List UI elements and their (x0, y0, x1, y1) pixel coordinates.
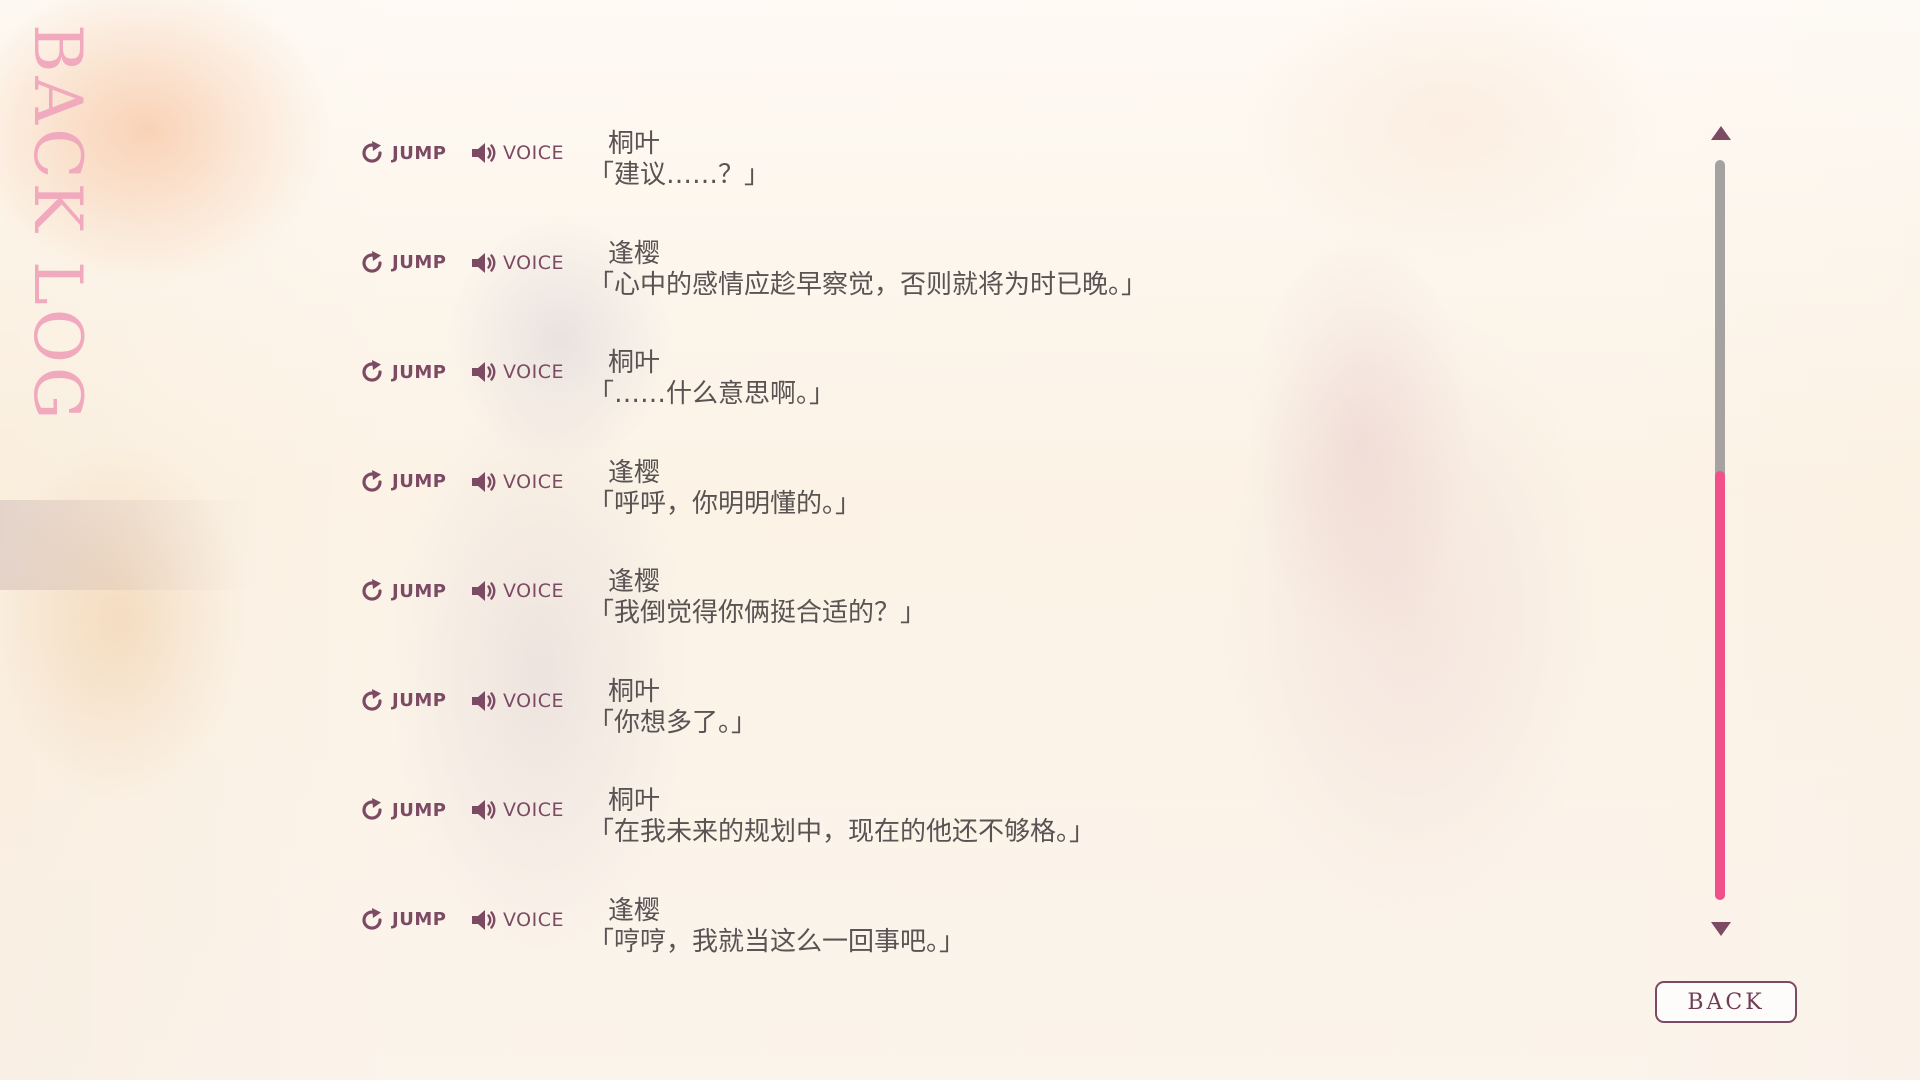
jump-label: JUMP (392, 799, 447, 821)
voice-button[interactable]: VOICE (470, 688, 564, 714)
scrollbar-track[interactable] (1715, 160, 1725, 900)
backlog-list: JUMP VOICE 桐叶 「建议……？」 JUMP VOICE 逢樱 「心中的感情应趁早察觉… (360, 128, 1660, 1004)
jump-label: JUMP (392, 142, 447, 164)
speaker-name: 逢樱 (608, 457, 661, 488)
log-entry: JUMP VOICE 桐叶 「你想多了。」 (360, 676, 1660, 786)
jump-label: JUMP (392, 580, 447, 602)
triangle-up-icon (1711, 126, 1731, 140)
jump-label: JUMP (392, 252, 447, 273)
jump-arrow-icon (362, 469, 382, 492)
dialogue-text: 「在我未来的规划中，现在的他还不够格。」 (588, 817, 1096, 847)
speaker-name: 桐叶 (608, 786, 661, 816)
voice-label: VOICE (503, 470, 564, 493)
speaker-icon (472, 143, 496, 163)
backlog-title: BACK LOG (19, 24, 96, 424)
scroll-down-button[interactable] (1710, 920, 1732, 938)
dialogue-text: 「我倒觉得你俩挺合适的？」 (588, 598, 927, 628)
speaker-name: 逢樱 (608, 238, 661, 269)
speaker-icon (472, 690, 496, 711)
jump-button[interactable]: JUMP (360, 578, 446, 604)
dialogue-text: 「你想多了。」 (588, 707, 758, 738)
dialogue-text: 「建议……？」 (588, 160, 771, 190)
scrollbar-thumb[interactable] (1715, 470, 1725, 900)
speaker-icon (472, 909, 496, 930)
voice-button[interactable]: VOICE (470, 578, 564, 604)
voice-label: VOICE (503, 580, 564, 602)
jump-arrow-icon (362, 688, 382, 711)
voice-button[interactable]: VOICE (470, 359, 564, 385)
jump-arrow-icon (362, 250, 382, 273)
back-button[interactable]: BACK (1655, 981, 1797, 1023)
jump-button[interactable]: JUMP (360, 797, 446, 823)
speaker-icon (472, 581, 496, 601)
log-entry: JUMP VOICE 逢樱 「我倒觉得你俩挺合适的？」 (360, 566, 1660, 676)
speaker-name: 桐叶 (608, 129, 661, 159)
speaker-icon (472, 252, 496, 273)
dialogue-text: 「呼呼，你明明懂的。」 (588, 488, 862, 519)
speaker-name: 桐叶 (608, 348, 661, 378)
speaker-name: 桐叶 (608, 676, 661, 707)
dialogue-text: 「哼哼，我就当这么一回事吧。」 (588, 926, 966, 957)
jump-label: JUMP (392, 690, 447, 711)
log-entry: JUMP VOICE 逢樱 「心中的感情应趁早察觉，否则就将为时已晚。」 (360, 238, 1660, 348)
speaker-icon (472, 471, 496, 492)
jump-button[interactable]: JUMP (360, 359, 446, 385)
voice-button[interactable]: VOICE (470, 250, 564, 276)
jump-button[interactable]: JUMP (360, 688, 446, 714)
jump-button[interactable]: JUMP (360, 907, 446, 933)
dialogue-text: 「……什么意思啊。」 (588, 379, 836, 409)
scroll-up-button[interactable] (1710, 124, 1732, 142)
jump-button[interactable]: JUMP (360, 469, 446, 495)
voice-button[interactable]: VOICE (470, 140, 564, 166)
jump-label: JUMP (392, 361, 447, 383)
voice-label: VOICE (503, 799, 564, 821)
jump-arrow-icon (362, 360, 382, 382)
jump-button[interactable]: JUMP (360, 140, 446, 166)
log-entry: JUMP VOICE 桐叶 「……什么意思啊。」 (360, 347, 1660, 457)
voice-label: VOICE (503, 908, 564, 931)
jump-label: JUMP (392, 909, 447, 930)
backlog-screen: BACK LOG JUMP VOICE 桐叶 「建议……？」 JUMP VOICE 逢樱 「心… (0, 0, 1920, 1080)
log-entry: JUMP VOICE 逢樱 「哼哼，我就当这么一回事吧。」 (360, 895, 1660, 1005)
jump-arrow-icon (362, 798, 382, 820)
voice-button[interactable]: VOICE (470, 797, 564, 823)
voice-button[interactable]: VOICE (470, 907, 564, 933)
voice-label: VOICE (503, 689, 564, 712)
log-entry: JUMP VOICE 桐叶 「在我未来的规划中，现在的他还不够格。」 (360, 785, 1660, 895)
voice-label: VOICE (503, 251, 564, 274)
triangle-down-icon (1711, 922, 1731, 936)
background-blur-band (0, 500, 260, 590)
speaker-icon (472, 362, 496, 382)
jump-arrow-icon (362, 907, 382, 930)
jump-button[interactable]: JUMP (360, 250, 446, 276)
jump-arrow-icon (362, 579, 382, 601)
voice-label: VOICE (503, 361, 564, 383)
dialogue-text: 「心中的感情应趁早察觉，否则就将为时已晚。」 (588, 269, 1148, 300)
speaker-name: 逢樱 (608, 895, 661, 926)
log-entry: JUMP VOICE 桐叶 「建议……？」 (360, 128, 1660, 238)
log-entry: JUMP VOICE 逢樱 「呼呼，你明明懂的。」 (360, 457, 1660, 567)
jump-label: JUMP (392, 471, 447, 492)
speaker-name: 逢樱 (608, 567, 661, 597)
voice-button[interactable]: VOICE (470, 469, 564, 495)
speaker-icon (472, 800, 496, 820)
jump-arrow-icon (362, 141, 382, 163)
voice-label: VOICE (503, 142, 564, 164)
